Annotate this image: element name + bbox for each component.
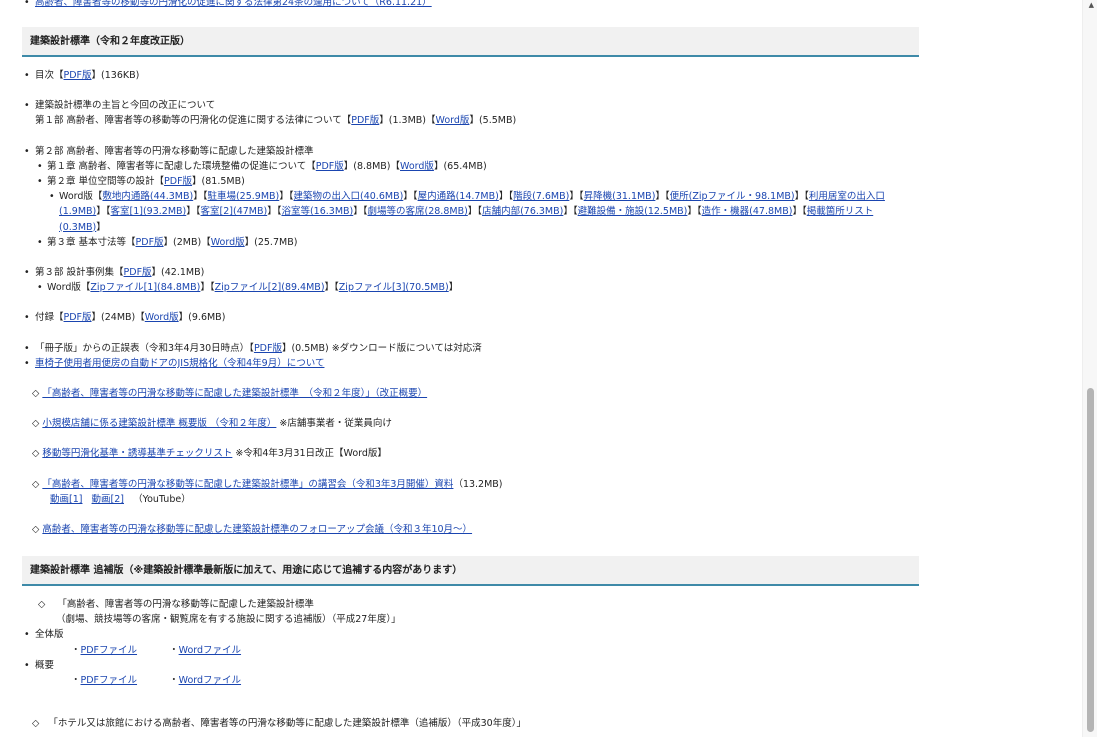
diamond-item-seminar: ◇ 「高齢者、障害者等の円滑な移動等に配慮した建築設計標準」の講習会（令和3年3…	[32, 478, 503, 505]
list-item-ch2: 第２章 単位空間等の設計【PDF版】(81.5MB) Word版【敷地内通路(4…	[35, 174, 919, 235]
toc-pdf-link[interactable]: PDF版	[64, 70, 92, 81]
word-link-fixtures[interactable]: 造作・機器(47.8MB)	[702, 206, 793, 217]
word-link-bath[interactable]: 浴室等(16.3MB)	[281, 206, 353, 217]
diamond-icon: ◇	[32, 524, 40, 536]
part1-pdf-link[interactable]: PDF版	[351, 115, 379, 126]
diamond-item-checklist: ◇ 移動等円滑化基準・誘導基準チェックリスト ※令和4年3月31日改正【Word…	[32, 448, 387, 460]
supplement-item-hotel: ◇ 「ホテル又は旅館における高齢者、障害者等の円滑な移動等に配慮した建築設計標準…	[32, 718, 526, 730]
list-item-jis: 車椅子使用者用便房の自動ドアのJIS規格化（令和4年9月）について	[22, 356, 919, 371]
word-link-toilet[interactable]: 便所(Zipファイル・98.1MB)	[670, 191, 795, 202]
diamond-icon: ◇	[38, 599, 46, 610]
word-link-shop[interactable]: 店舗内部(76.3MB)	[482, 206, 563, 217]
summary-pdf-file-link[interactable]: PDFファイル	[81, 675, 138, 686]
list-item-intro: 建築設計標準の主旨と今回の改正について 第１部 高齢者、障害者等の移動等の円滑化…	[22, 98, 919, 128]
list-item-ch3: 第３章 基本寸法等【PDF版】(2MB)【Word版】(25.7MB)	[35, 235, 919, 250]
supplement-item-theater: ◇ 「高齢者、障害者等の円滑な移動等に配慮した建築設計標準 （劇場、競技場等の客…	[38, 599, 401, 626]
list-item-toc: 目次【PDF版】(136KB)	[22, 68, 919, 83]
ch2-pdf-link[interactable]: PDF版	[164, 176, 192, 187]
appendix-pdf-link[interactable]: PDF版	[64, 312, 92, 323]
appendix-word-link[interactable]: Word版	[145, 312, 179, 323]
diamond-icon: ◇	[32, 478, 40, 490]
seminar-link[interactable]: 「高齢者、障害者等の円滑な移動等に配慮した建築設計標準」の講習会（令和3年3月開…	[42, 479, 453, 490]
diamond-item-followup: ◇ 高齢者、障害者等の円滑な移動等に配慮した建築設計標準のフォローアップ会議（令…	[22, 522, 919, 537]
video-link-2[interactable]: 動画[2]	[92, 494, 124, 505]
zip-link-3[interactable]: Zipファイル[3](70.5MB)	[339, 282, 449, 293]
list-item-summary: 概要 ・PDFファイル ・Wordファイル	[22, 658, 919, 688]
diamond-icon: ◇	[32, 718, 40, 730]
summary-word-file-link[interactable]: Wordファイル	[179, 675, 241, 686]
word-link-entrance[interactable]: 建築物の出入口(40.6MB)	[294, 191, 404, 202]
video-link-1[interactable]: 動画[1]	[50, 494, 82, 505]
word-link-site-path[interactable]: 敷地内通路(44.3MB)	[102, 191, 193, 202]
followup-link[interactable]: 高齢者、障害者等の円滑な移動等に配慮した建築設計標準のフォローアップ会議（令和３…	[42, 524, 472, 535]
list-item-all-version: 全体版 ・PDFファイル ・Wordファイル	[22, 627, 919, 657]
word-link-theater[interactable]: 劇場等の客席(28.8MB)	[368, 206, 468, 217]
zip-link-2[interactable]: Zipファイル[2](89.4MB)	[215, 282, 325, 293]
jis-link[interactable]: 車椅子使用者用便房の自動ドアのJIS規格化（令和4年9月）について	[35, 358, 324, 369]
top-link[interactable]: 高齢者、障害者等の移動等の円滑化の促進に関する法律第24条の運用について（R6.…	[35, 0, 432, 8]
list-item-part3: 第３部 設計事例集【PDF版】(42.1MB) Word版【Zipファイル[1]…	[22, 265, 919, 296]
word-link-stairs[interactable]: 階段(7.6MB)	[513, 191, 569, 202]
list-item-errata: 「冊子版」からの正誤表（令和3年4月30日時点）【PDF版】(0.5MB) ※ダ…	[22, 341, 919, 356]
part1-word-link[interactable]: Word版	[436, 115, 470, 126]
section-heading-supplement: 建築設計標準 追補版（※建築設計標準最新版に加えて、用途に応じて追補する内容があ…	[22, 556, 919, 586]
diamond-icon: ◇	[32, 448, 40, 460]
ch3-pdf-link[interactable]: PDF版	[136, 237, 164, 248]
scrollbar-thumb[interactable]	[1087, 388, 1094, 732]
list-item-appendix: 付録【PDF版】(24MB)【Word版】(9.6MB)	[22, 310, 919, 325]
ch3-word-link[interactable]: Word版	[211, 237, 245, 248]
zip-link-1[interactable]: Zipファイル[1](84.8MB)	[90, 282, 200, 293]
word-link-guestroom-2[interactable]: 客室[2](47MB)	[201, 206, 268, 217]
diamond-icon: ◇	[32, 418, 40, 430]
diamond-item-overview: ◇ 「高齢者、障害者等の円滑な移動等に配慮した建築設計標準 （令和２年度）」（改…	[22, 386, 919, 401]
ch1-pdf-link[interactable]: PDF版	[316, 161, 344, 172]
small-shop-link[interactable]: 小規模店舗に係る建築設計標準 概要版 （令和２年度）	[42, 418, 276, 429]
word-link-parking[interactable]: 駐車場(25.9MB)	[207, 191, 279, 202]
main-content: 高齢者、障害者等の移動等の円滑化の促進に関する法律第24条の運用について（R6.…	[22, 0, 919, 729]
section-heading-standard: 建築設計標準（令和２年度改正版）	[22, 27, 919, 57]
list-item-part3-word: Word版【Zipファイル[1](84.8MB)】【Zipファイル[2](89.…	[35, 280, 919, 295]
part3-pdf-link[interactable]: PDF版	[124, 267, 152, 278]
checklist-link[interactable]: 移動等円滑化基準・誘導基準チェックリスト	[42, 448, 232, 459]
word-link-elevator[interactable]: 昇降機(31.1MB)	[584, 191, 656, 202]
scroll-up-arrow-icon[interactable]: ▲	[1089, 1, 1094, 9]
list-item-part2: 第２部 高齢者、障害者等の円滑な移動等に配慮した建築設計標準 第１章 高齢者、障…	[22, 144, 919, 251]
word-link-evacuation[interactable]: 避難設備・施設(12.5MB)	[578, 206, 688, 217]
list-item-ch1: 第１章 高齢者、障害者等に配慮した環境整備の促進について【PDF版】(8.8MB…	[35, 159, 919, 174]
list-item-ch2-word: Word版【敷地内通路(44.3MB)】【駐車場(25.9MB)】【建築物の出入…	[47, 189, 919, 235]
word-link-corridor[interactable]: 屋内通路(14.7MB)	[418, 191, 499, 202]
vertical-scrollbar[interactable]: ▲	[1082, 0, 1097, 737]
ch1-word-link[interactable]: Word版	[400, 161, 434, 172]
diamond-icon: ◇	[32, 388, 40, 400]
overview-link[interactable]: 「高齢者、障害者等の円滑な移動等に配慮した建築設計標準 （令和２年度）」（改正概…	[42, 388, 427, 399]
list-item: 高齢者、障害者等の移動等の円滑化の促進に関する法律第24条の運用について（R6.…	[22, 0, 919, 8]
all-word-file-link[interactable]: Wordファイル	[179, 645, 241, 656]
diamond-item-small-shop: ◇ 小規模店舗に係る建築設計標準 概要版 （令和２年度） ※店舗事業者・従業員向…	[32, 418, 392, 430]
word-link-guestroom-1[interactable]: 客室[1](93.2MB)	[111, 206, 187, 217]
errata-pdf-link[interactable]: PDF版	[254, 343, 282, 354]
all-pdf-file-link[interactable]: PDFファイル	[81, 645, 138, 656]
